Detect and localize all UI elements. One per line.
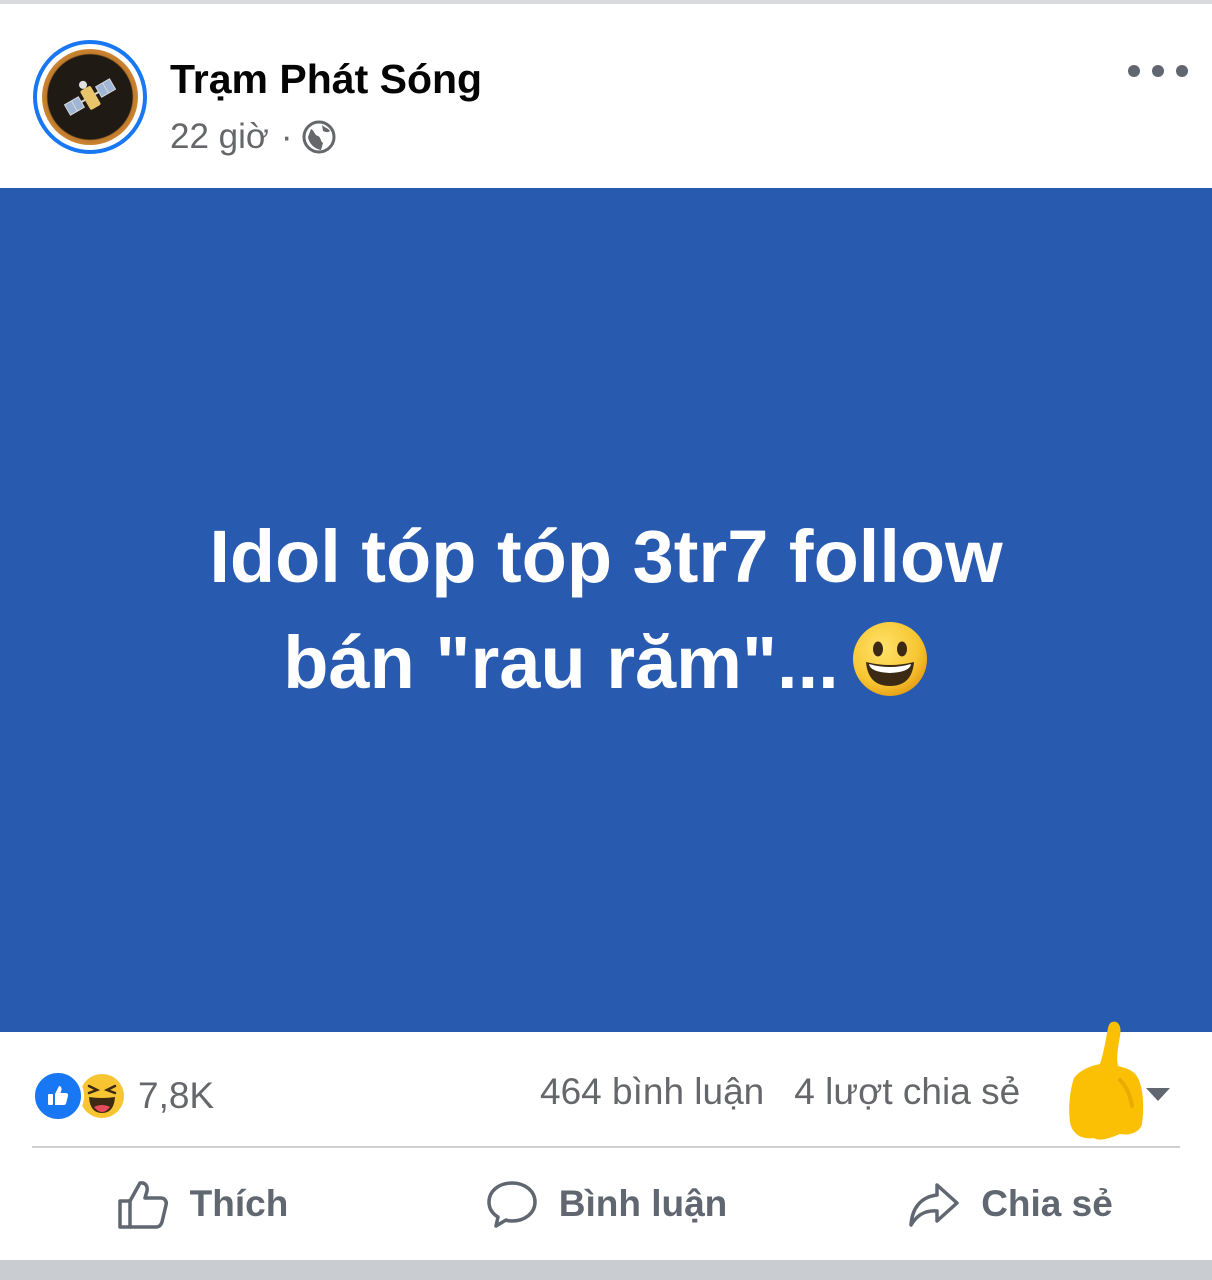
globe-icon	[301, 119, 337, 155]
share-icon	[909, 1183, 959, 1227]
satellite-icon	[42, 49, 138, 145]
post-stats: 7,8K 464 bình luận 4 lượt chia sẻ	[0, 1032, 1212, 1146]
post-text-line-2: bán "rau răm"...	[283, 621, 839, 704]
action-bar: Thích Bình luận Chia sẻ	[0, 1148, 1212, 1260]
post-header: Trạm Phát Sóng 22 giờ ·	[0, 4, 1212, 188]
reactions-summary[interactable]: 7,8K	[32, 1070, 214, 1122]
page-avatar[interactable]	[33, 40, 147, 154]
reaction-count: 7,8K	[138, 1075, 215, 1116]
like-reaction-icon	[32, 1070, 84, 1122]
comment-label: Bình luận	[558, 1183, 728, 1224]
page-name[interactable]: Trạm Phát Sóng	[170, 56, 482, 103]
post-text-line-2-wrapper: bán "rau răm"...	[283, 610, 928, 716]
engagement-counts: 464 bình luận 4 lượt chia sẻ	[540, 1071, 1020, 1113]
meta-separator: ·	[280, 117, 293, 156]
comment-icon	[486, 1181, 537, 1228]
thumbs-up-icon	[117, 1181, 168, 1229]
comment-button[interactable]: Bình luận	[404, 1148, 808, 1260]
bottom-divider	[0, 1260, 1212, 1280]
post-text-line-1: Idol tóp tóp 3tr7 follow	[209, 515, 1003, 598]
share-button[interactable]: Chia sẻ	[808, 1148, 1212, 1260]
comment-count[interactable]: 464 bình luận	[540, 1071, 764, 1113]
status-background-card: Idol tóp tóp 3tr7 follow bán "rau răm"..…	[0, 188, 1212, 1032]
post-meta: 22 giờ ·	[170, 117, 337, 157]
grinning-face-emoji	[851, 620, 929, 698]
like-button[interactable]: Thích	[0, 1148, 404, 1260]
yellow-highlight-scribble	[1069, 1021, 1144, 1140]
like-label: Thích	[189, 1183, 289, 1224]
more-icon[interactable]	[1128, 56, 1188, 86]
post-time[interactable]: 22 giờ	[170, 117, 269, 157]
share-count[interactable]: 4 lượt chia sẻ	[794, 1071, 1020, 1113]
share-label: Chia sẻ	[981, 1183, 1113, 1224]
